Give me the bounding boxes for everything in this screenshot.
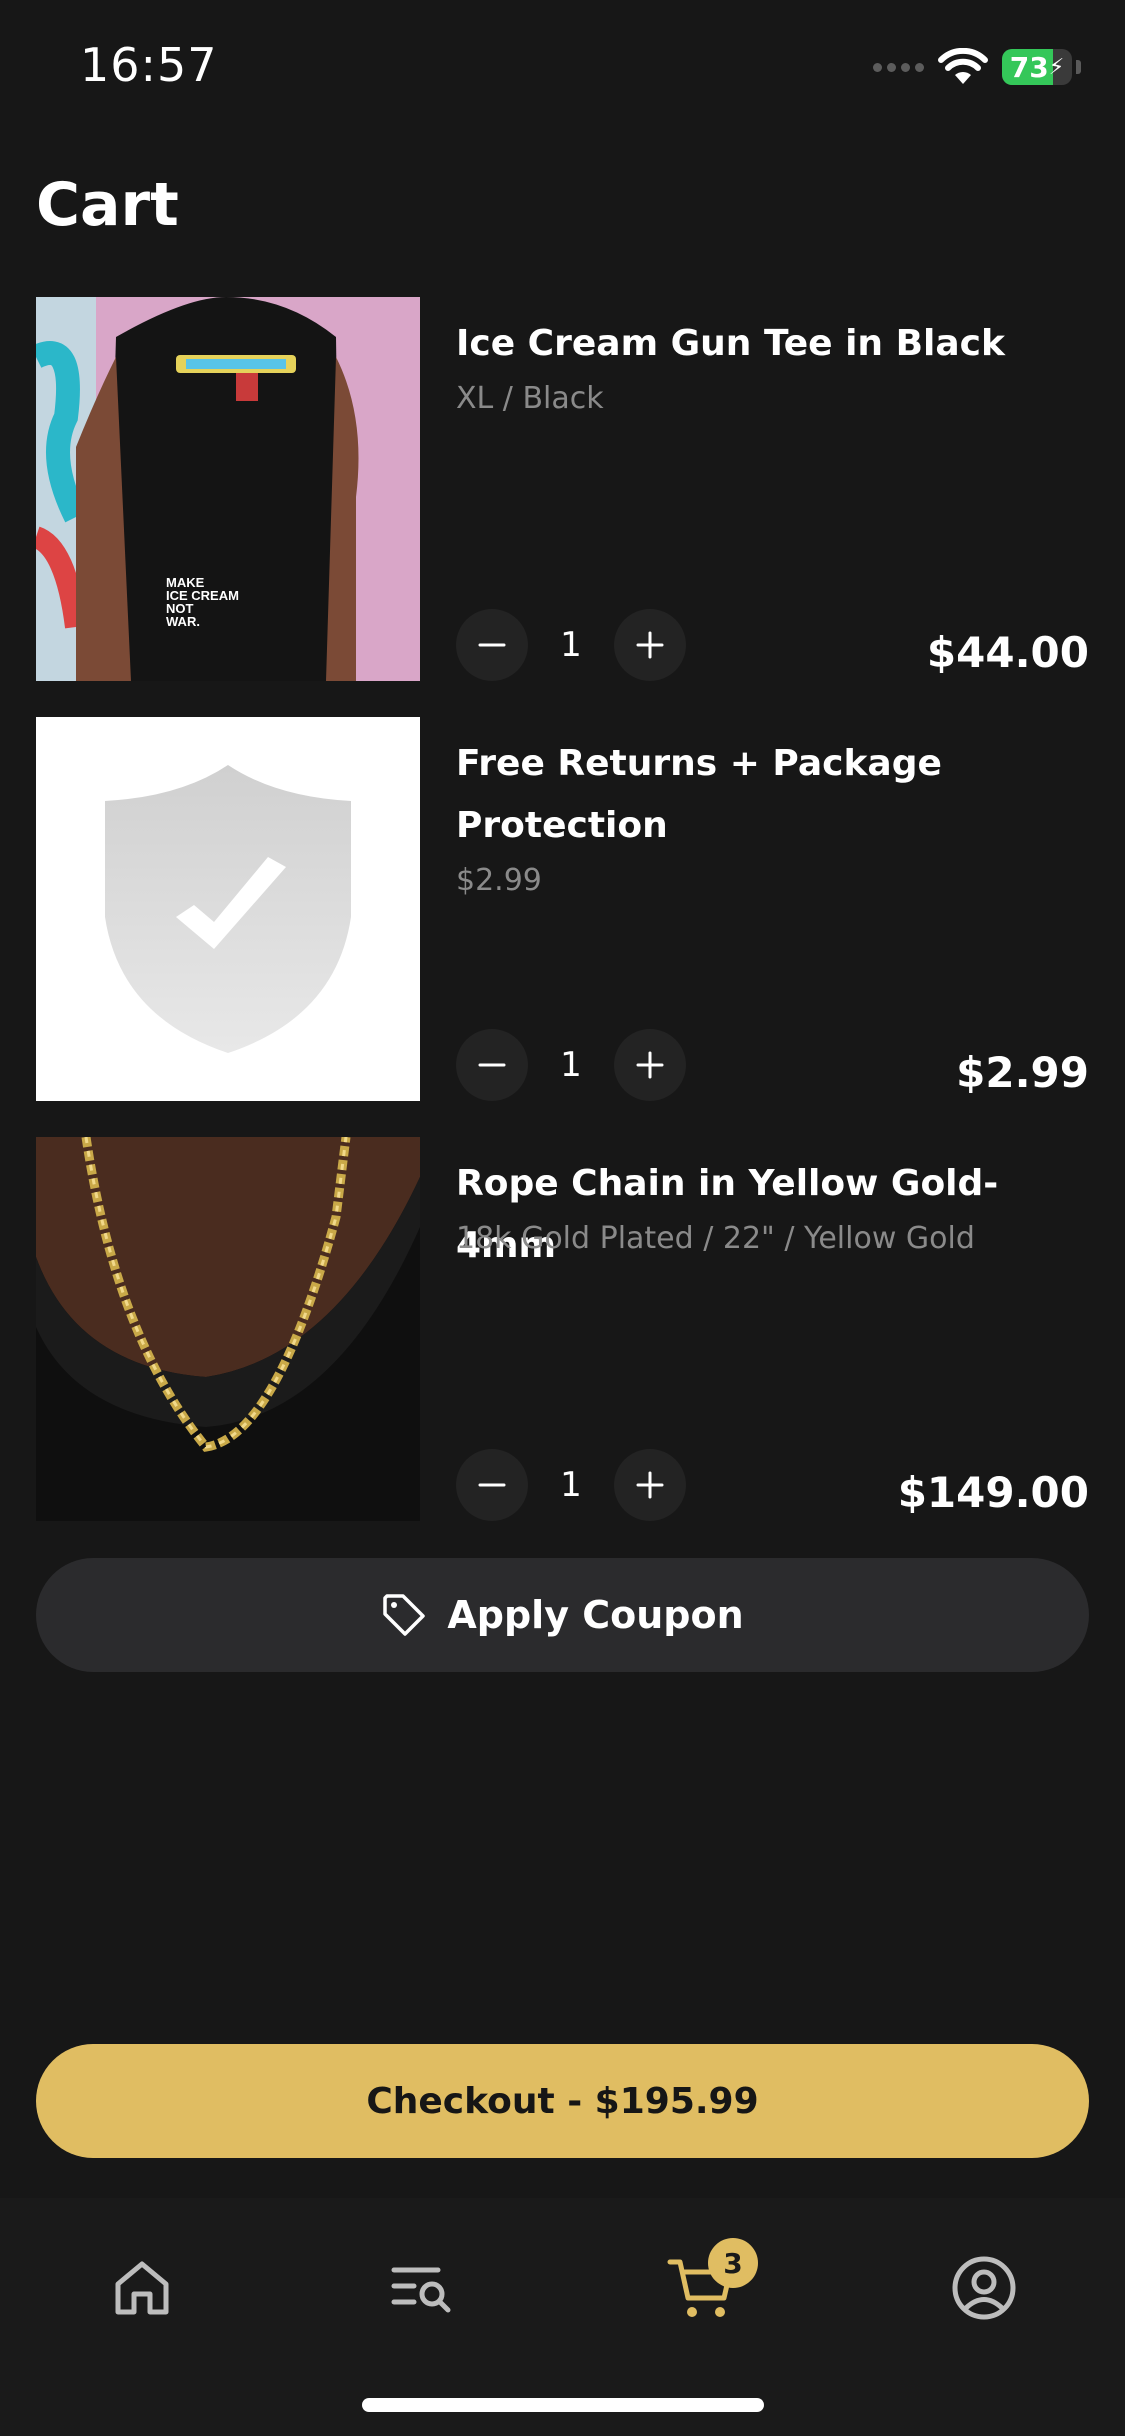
tab-account[interactable] (914, 2238, 1054, 2338)
checkout-label: Checkout - $195.99 (366, 2080, 759, 2122)
plus-icon (636, 1051, 664, 1079)
svg-text:WAR.: WAR. (166, 614, 200, 629)
cart-item: Free Returns + Package Protection $2.99 … (36, 717, 1089, 1101)
tag-icon (383, 1594, 426, 1636)
decrease-quantity-button[interactable] (456, 1029, 528, 1101)
home-indicator (362, 2398, 764, 2412)
home-icon (115, 2261, 169, 2315)
item-price: $44.00 (926, 628, 1089, 677)
checkout-button[interactable]: Checkout - $195.99 (36, 2044, 1089, 2158)
increase-quantity-button[interactable] (614, 609, 686, 681)
product-name[interactable]: Free Returns + Package Protection (456, 733, 1096, 857)
apply-coupon-label: Apply Coupon (447, 1593, 744, 1637)
cart-item: MAKE ICE CREAM NOT WAR. Ice Cream Gun Te… (36, 297, 1089, 681)
increase-quantity-button[interactable] (614, 1029, 686, 1101)
plus-icon (636, 1471, 664, 1499)
minus-icon (478, 1063, 506, 1067)
product-variant: 18k Gold Plated / 22" / Yellow Gold (456, 1221, 975, 1256)
product-variant: XL / Black (456, 381, 604, 416)
item-price: $149.00 (897, 1468, 1089, 1517)
product-image[interactable] (36, 1137, 420, 1521)
tab-cart[interactable]: 3 (632, 2238, 772, 2338)
quantity-value: 1 (560, 1465, 582, 1505)
page-title: Cart (36, 170, 179, 240)
battery-cap (1076, 60, 1081, 74)
cellular-signal-icon (873, 62, 924, 72)
item-price: $2.99 (956, 1048, 1089, 1097)
cart-count-badge: 3 (708, 2238, 758, 2288)
plus-icon (636, 631, 664, 659)
tshirt-photo-icon: MAKE ICE CREAM NOT WAR. (36, 297, 420, 681)
quantity-value: 1 (560, 1045, 582, 1085)
tab-home[interactable] (72, 2238, 212, 2338)
decrease-quantity-button[interactable] (456, 609, 528, 681)
product-variant: $2.99 (456, 863, 542, 898)
product-image[interactable] (36, 717, 420, 1101)
product-image[interactable]: MAKE ICE CREAM NOT WAR. (36, 297, 420, 681)
quantity-stepper: 1 (456, 1449, 686, 1521)
battery-icon: 73 ⚡ (1002, 49, 1072, 85)
product-name[interactable]: Rope Chain in Yellow Gold- 4mm (456, 1153, 1096, 1277)
quantity-stepper: 1 (456, 1029, 686, 1101)
product-name[interactable]: Ice Cream Gun Tee in Black (456, 313, 1096, 375)
decrease-quantity-button[interactable] (456, 1449, 528, 1521)
cart-screen: 16:57 73 ⚡ Cart MAKE ICE CREAM NOT WAR. … (0, 0, 1125, 2436)
quantity-value: 1 (560, 625, 582, 665)
account-icon (952, 2256, 1016, 2320)
minus-icon (478, 643, 506, 647)
increase-quantity-button[interactable] (614, 1449, 686, 1521)
minus-icon (478, 1483, 506, 1487)
wifi-icon (938, 48, 988, 84)
search-list-icon (391, 2267, 451, 2313)
cart-item: Rope Chain in Yellow Gold- 4mm 18k Gold … (36, 1137, 1089, 1521)
chain-photo-icon (36, 1137, 420, 1521)
battery-percent: 73 (1009, 50, 1049, 84)
shield-check-icon (105, 765, 351, 1053)
tab-search[interactable] (352, 2238, 492, 2338)
apply-coupon-button[interactable]: Apply Coupon (36, 1558, 1089, 1672)
status-indicators: 73 ⚡ (873, 48, 1081, 86)
status-time: 16:57 (80, 38, 218, 92)
quantity-stepper: 1 (456, 609, 686, 681)
